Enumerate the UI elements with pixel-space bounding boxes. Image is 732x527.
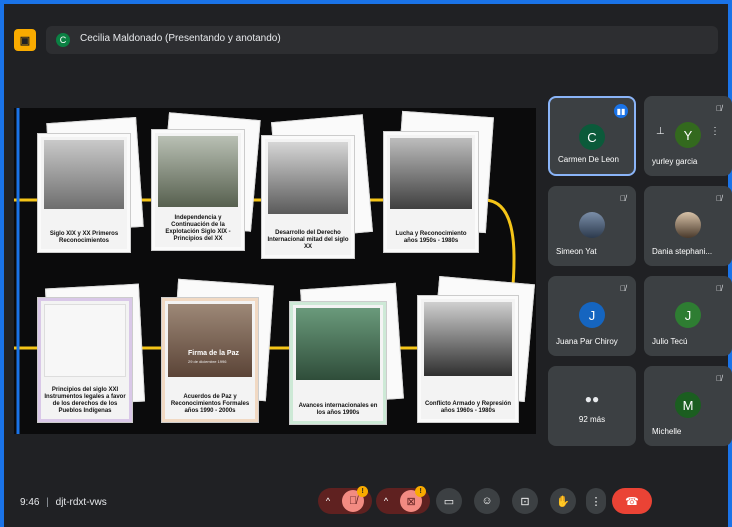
present-button[interactable]: ⊡ — [512, 488, 538, 514]
reactions-button[interactable]: ☺ — [474, 488, 500, 514]
camera-control[interactable]: ^ ⊠ ! — [376, 486, 430, 514]
peace-date-text: 29 de diciembre 1996 — [188, 359, 227, 364]
participant-tile[interactable]: 🎙̸ ⊥ Y ⋮ yurley garcia — [644, 96, 732, 176]
meeting-code: djt-rdxt-vws — [55, 497, 107, 508]
pin-icon[interactable]: ⊥ — [656, 126, 665, 137]
meeting-info: 9:46 | djt-rdxt-vws — [20, 497, 107, 508]
avatar: Y — [675, 122, 701, 148]
participant-tile[interactable]: 🎙̸ J Juana Par Chiroy — [548, 276, 636, 356]
participant-photo — [579, 212, 605, 238]
more-options-button[interactable]: ⋮ — [586, 488, 606, 514]
captions-button[interactable]: ▭ — [436, 488, 462, 514]
photo-image — [390, 138, 472, 209]
more-participants-label: 92 más — [578, 415, 606, 424]
timeline-card[interactable]: Lucha y Reconocimiento años 1950s - 1980… — [384, 132, 478, 252]
photo-image — [424, 302, 512, 377]
mic-off-icon: 🎙̸ — [716, 194, 722, 203]
mic-off-button[interactable]: 🎙̸ ! — [342, 486, 369, 512]
card-caption: Acuerdos de Paz y Reconocimientos Formal… — [170, 394, 250, 414]
photo-image — [296, 308, 380, 380]
participant-name: Julio Tecú — [652, 337, 688, 346]
timeline-card[interactable]: Conflicto Armado y Represión años 1960s … — [418, 296, 518, 422]
participant-tile[interactable]: 🎙̸ Dania stephani... — [644, 186, 732, 266]
hand-icon: ✋ — [556, 495, 570, 508]
document-image — [44, 304, 126, 378]
card-caption: Principios del siglo XXI Instrumentos le… — [44, 387, 126, 414]
photo-image — [158, 136, 238, 207]
chevron-up-icon[interactable]: ^ — [326, 496, 330, 506]
avatars-group-icon: ●● — [584, 392, 600, 406]
participant-name: Dania stephani... — [652, 247, 713, 256]
photo-image: Firma de la Paz 29 de diciembre 1996 — [168, 304, 252, 378]
participant-tile[interactable]: 🎙̸ Simeon Yat — [548, 186, 636, 266]
shared-slide: Siglo XIX y XX Primeros Reconocimientos … — [14, 108, 536, 434]
presentation-icon[interactable]: ▣ — [14, 29, 36, 51]
chevron-up-icon[interactable]: ^ — [384, 496, 388, 506]
present-icon: ⊡ — [520, 495, 530, 508]
presenter-avatar: C — [56, 33, 70, 47]
photo-image — [268, 142, 348, 214]
clock-time: 9:46 — [20, 497, 40, 508]
mic-off-icon: 🎙̸ — [716, 104, 722, 113]
more-vert-icon: ⋮ — [590, 495, 602, 508]
avatar: J — [675, 302, 701, 328]
card-caption: Avances internacionales en los años 1990… — [298, 403, 378, 416]
participant-name: Juana Par Chiroy — [556, 337, 618, 346]
participant-tile[interactable]: 🎙̸ J Julio Tecú — [644, 276, 732, 356]
card-caption: Lucha y Reconocimiento años 1950s - 1980… — [395, 231, 467, 244]
warning-badge: ! — [357, 486, 369, 497]
camera-off-button[interactable]: ⊠ ! — [400, 486, 427, 512]
hangup-icon: ☎ — [625, 495, 639, 508]
participant-photo — [675, 212, 701, 238]
emoji-icon: ☺ — [481, 495, 493, 507]
more-participants-tile[interactable]: ●● 92 más — [548, 366, 636, 446]
avatar: C — [579, 124, 605, 150]
mic-off-icon: 🎙̸ — [348, 495, 358, 507]
participant-name: yurley garcia — [652, 157, 698, 166]
card-caption: Siglo XIX y XX Primeros Reconocimientos — [49, 231, 119, 244]
camera-off-icon: ⊠ — [406, 495, 416, 508]
timeline-card[interactable]: Independencia y Continuación de la Explo… — [152, 130, 244, 250]
avatar: M — [675, 392, 701, 418]
more-options-icon[interactable]: ⋮ — [710, 126, 720, 137]
card-caption: Conflicto Armado y Represión años 1960s … — [424, 401, 512, 414]
participant-name: Michelle — [652, 427, 682, 436]
participant-tile[interactable]: ▮▮ C Carmen De Leon — [548, 96, 636, 176]
mic-off-icon: 🎙̸ — [716, 374, 722, 383]
timeline-card[interactable]: Principios del siglo XXI Instrumentos le… — [38, 298, 132, 422]
raise-hand-button[interactable]: ✋ — [550, 488, 576, 514]
timeline-card[interactable]: Desarrollo del Derecho Internacional mit… — [262, 136, 354, 258]
presenter-label: Cecilia Maldonado (Presentando y anotand… — [80, 33, 281, 44]
speaking-icon: ▮▮ — [614, 104, 628, 118]
mic-off-icon: 🎙̸ — [716, 284, 722, 293]
leave-call-button[interactable]: ☎ — [612, 488, 652, 514]
peace-sign-text: Firma de la Paz — [188, 350, 239, 357]
photo-image — [44, 140, 124, 210]
card-caption: Desarrollo del Derecho Internacional mit… — [267, 230, 349, 250]
card-caption: Independencia y Continuación de la Explo… — [165, 215, 231, 242]
timeline-card[interactable]: Avances internacionales en los años 1990… — [290, 302, 386, 424]
divider: | — [46, 497, 49, 508]
warning-badge: ! — [415, 486, 427, 497]
captions-icon: ▭ — [443, 495, 455, 508]
timeline-card[interactable]: Siglo XIX y XX Primeros Reconocimientos — [38, 134, 130, 252]
mic-off-icon: 🎙̸ — [620, 194, 626, 203]
participant-name: Carmen De Leon — [558, 155, 619, 164]
mic-off-icon: 🎙̸ — [620, 284, 626, 293]
microphone-control[interactable]: ^ 🎙̸ ! — [318, 486, 372, 514]
participant-tile[interactable]: 🎙̸ M Michelle — [644, 366, 732, 446]
participant-name: Simeon Yat — [556, 247, 597, 256]
avatar: J — [579, 302, 605, 328]
timeline-card[interactable]: Firma de la Paz 29 de diciembre 1996 Acu… — [162, 298, 258, 422]
